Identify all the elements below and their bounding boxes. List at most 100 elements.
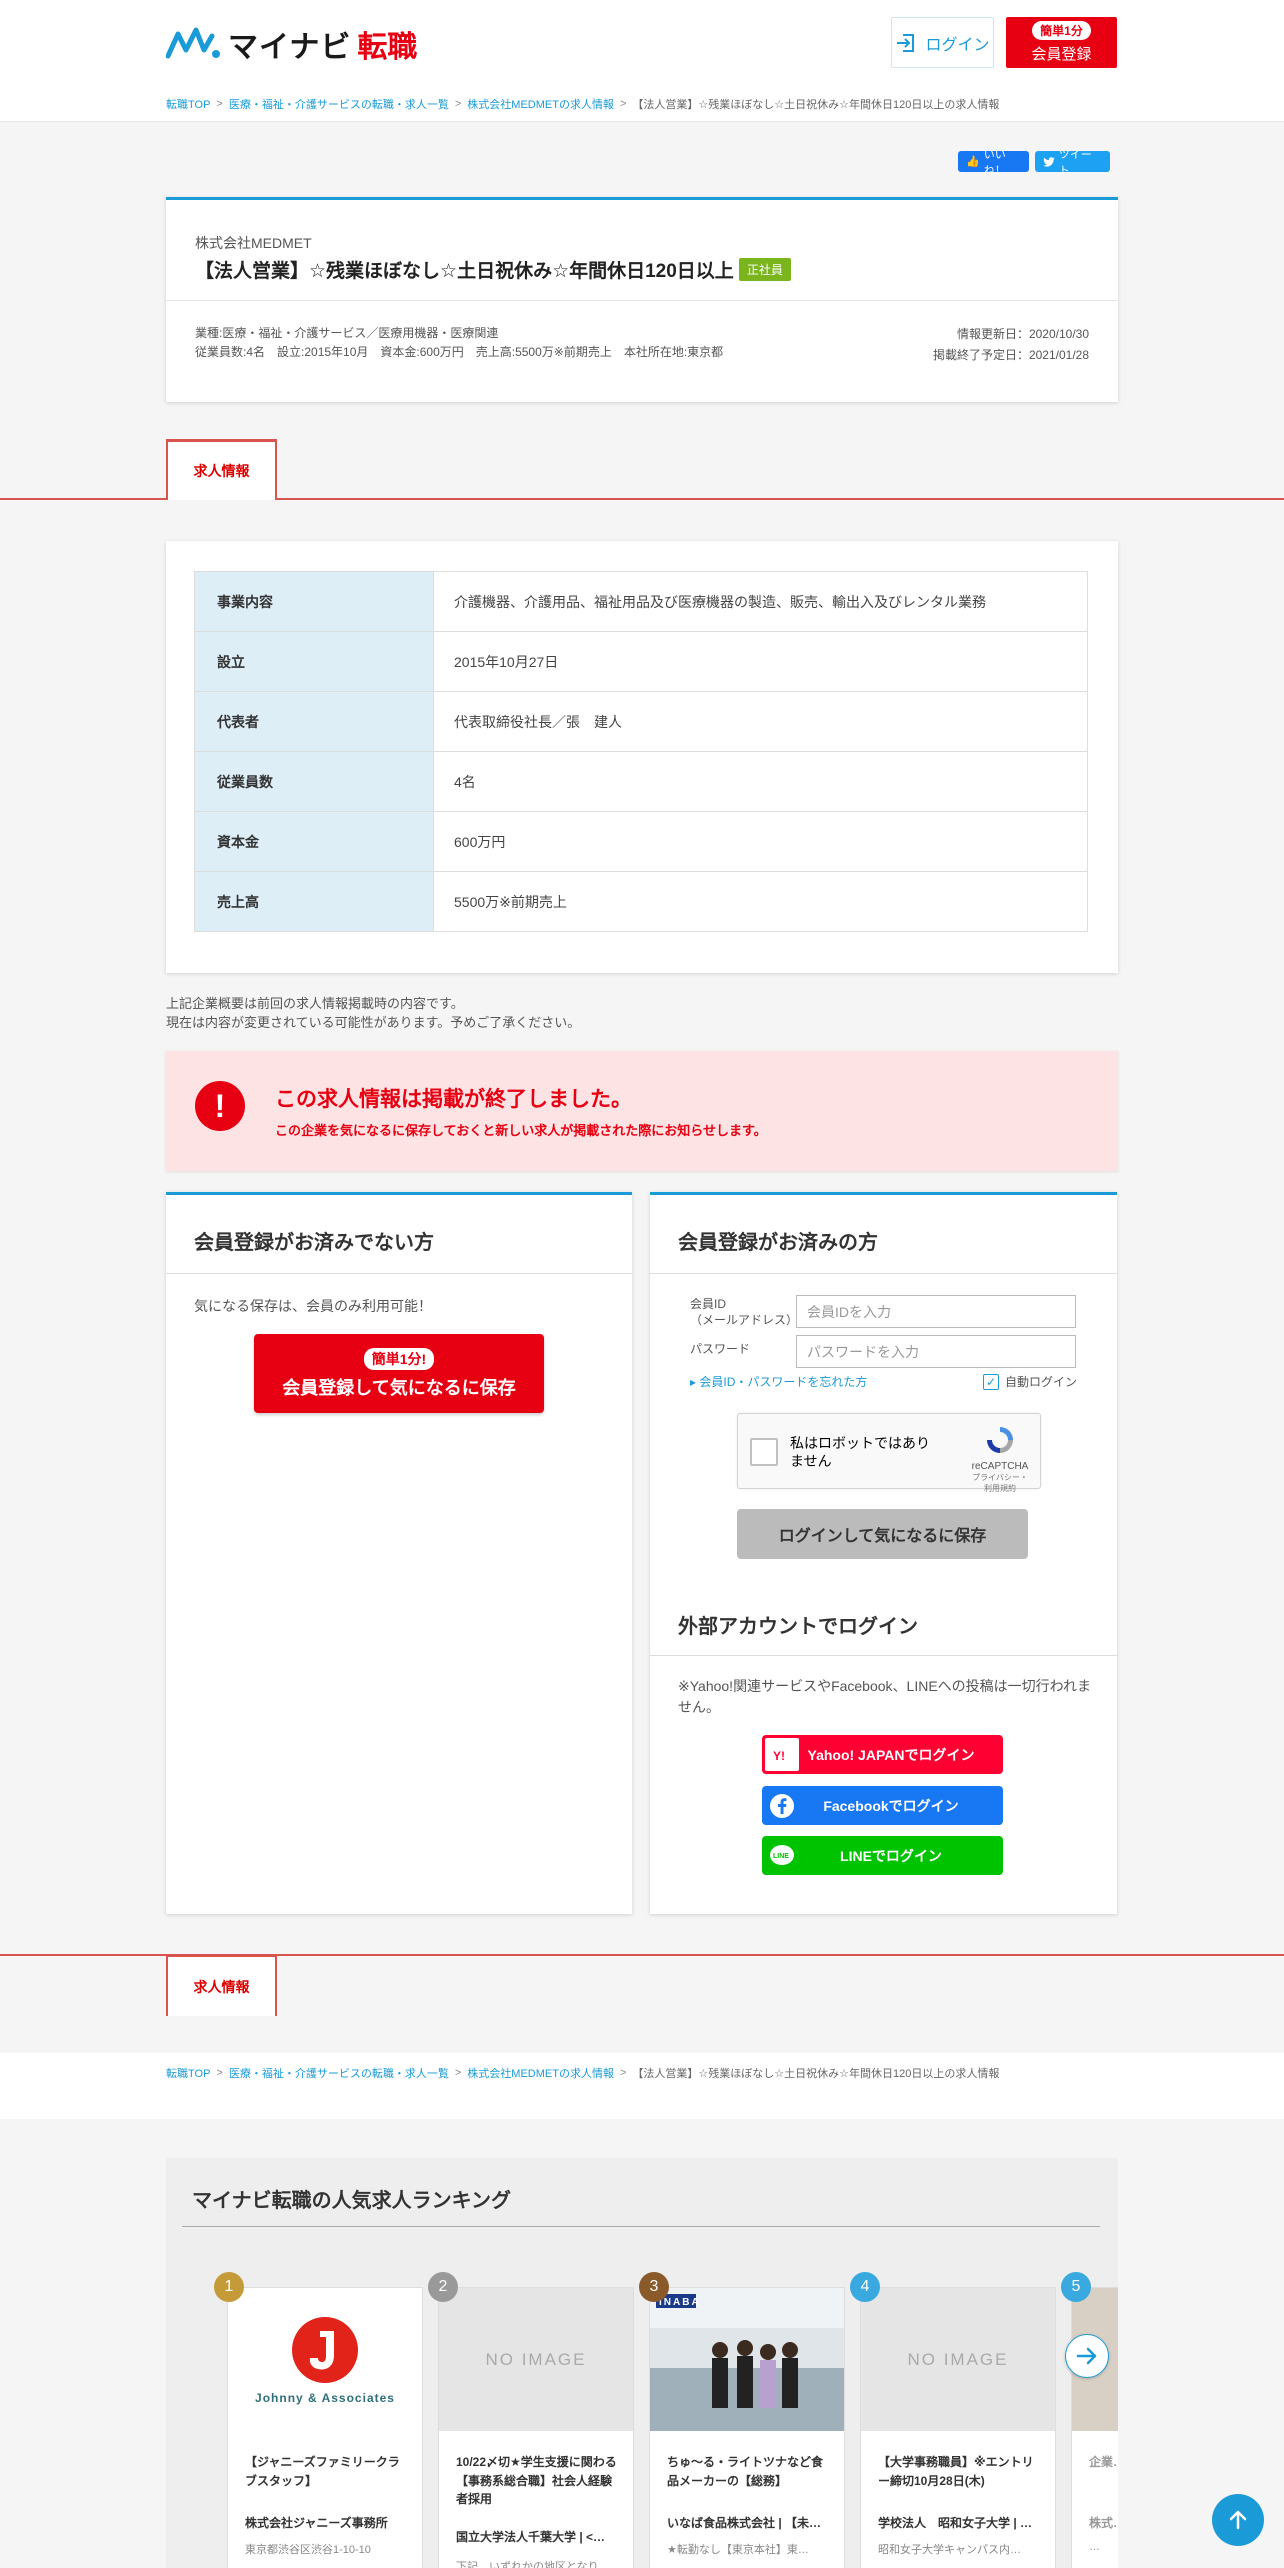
row-label: 資本金 [194,811,434,872]
password-input[interactable]: パスワードを入力 [796,1335,1076,1368]
job-company: いなば食品株式会社 | 【未経験… [667,2516,832,2530]
ranking-card[interactable]: 企業…第二… 株式… … [1071,2287,1118,2568]
facebook-login-label: Facebookでログイン [823,1797,959,1814]
forgot-password-link[interactable]: ▸ 会員ID・パスワードを忘れた方 [690,1373,867,1390]
divider [182,2226,1100,2227]
job-header-card: 株式会社MEDMET 【法人営業】☆残業ほぼなし☆土日祝休み☆年間休日120日以… [166,197,1118,402]
job-catch: 【ジャニーズファミリークラブスタッフ】 [245,2455,400,2488]
register-pill: 簡単1分 [1032,21,1091,40]
divider [166,1273,632,1274]
job-title-text: 【法人営業】☆残業ほぼなし☆土日祝休み☆年間休日120日以上 [195,261,734,282]
register-label: 会員登録 [1031,46,1092,63]
ranking-card[interactable]: NO IMAGE 【大学事務職員】※エントリー締切10月28日(木) 学校法人 … [860,2287,1056,2568]
arrow-right-icon [1076,2347,1097,2365]
twitter-bird-icon [1043,156,1055,167]
register-and-save-label: 会員登録して気になるに保存 [282,1377,516,1398]
listing-ended-banner: ! この求人情報は掲載が終了しました。 この企業を気になるに保存しておくと新しい… [166,1051,1118,1171]
svg-text:LINE: LINE [773,1853,789,1860]
job-company-summary: 従業員数:4名 設立:2015年10月 資本金:600万円 売上高:5500万※… [195,345,724,359]
facebook-icon [765,1789,799,1822]
like-label: いいね！ [983,148,1006,177]
auto-login-toggle[interactable]: ✓ 自動ログイン [982,1373,1077,1390]
register-button[interactable]: 簡単1分 会員登録 [1006,17,1117,68]
breadcrumb-link-top[interactable]: 転職TOP [166,2065,210,2081]
breadcrumb-current: 【法人営業】☆残業ほぼなし☆土日祝休み☆年間休日120日以上の求人情報 [632,99,1000,111]
ranking-card[interactable]: INABA ちゅ～る・ライトツナなど食品メーカーの【総務】 いなば食品株式会社 … [649,2287,845,2568]
updated-date: 情報更新日：2020/10/30 [956,327,1089,341]
login-and-save-button[interactable]: ログインして気になるに保存 [737,1509,1028,1559]
office-photo-icon: INABA [650,2288,844,2431]
ranking-card[interactable]: NO IMAGE 10/22〆切★学生支援に関わる【事務系総合職】社会人経験者採… [438,2287,634,2568]
table-row: 事業内容 介護機器、介護用品、福祉用品及び医療機器の製造、販売、輸出入及びレンタル… [194,571,1088,632]
auto-login-checkbox[interactable]: ✓ [982,1373,999,1390]
job-address: 昭和女子大学キャンパス内… [878,2544,1021,2556]
job-catch: 10/22〆切★学生支援に関わる【事務系総合職】社会人経験者採用 [456,2455,617,2507]
row-value: 代表取締役社長／張 建人 [433,691,1088,752]
line-login-button[interactable]: LINE LINEでログイン [762,1836,1003,1875]
breadcrumb-link-category[interactable]: 医療・福祉・介護サービスの転職・求人一覧 [229,96,449,112]
notice-line-1: 上記企業概要は前回の求人情報掲載時の内容です。 [166,996,464,1011]
company-name[interactable]: 株式会社MEDMET [195,233,312,253]
row-value: 介護機器、介護用品、福祉用品及び医療機器の製造、販売、輸出入及びレンタル業務 [433,571,1088,632]
ranking-card[interactable]: Johnny & Associates 【ジャニーズファミリークラブスタッフ】 … [227,2287,423,2568]
member-id-label-line1: 会員ID [690,1297,727,1311]
table-row: 売上高 5500万※前期売上 [194,871,1088,932]
recaptcha-privacy-link[interactable]: プライバシー・利用規約 [970,1472,1030,1494]
breadcrumb-separator: > [619,98,627,110]
facebook-login-button[interactable]: Facebookでログイン [762,1786,1003,1825]
recaptcha-label: 私はロボットではありません [790,1435,930,1470]
svg-text:Y!: Y! [773,1749,785,1762]
tweet-button[interactable]: ツイート [1035,149,1110,177]
job-company: 学校法人 昭和女子大学 | … [878,2516,1033,2530]
login-icon [897,33,915,52]
yahoo-login-button[interactable]: Y! Yahoo! JAPANでログイン [762,1735,1003,1774]
recaptcha-widget: 私はロボットではありません reCAPTCHA プライバシー・利用規約 [737,1413,1041,1493]
mynavi-logo-icon [166,27,220,59]
divider [650,1273,1117,1274]
tab-job-info[interactable]: 求人情報 [166,439,277,500]
panel-title: 会員登録がお済みでない方 [194,1232,434,1254]
job-company: 株式… [1089,2516,1118,2530]
breadcrumb-link-top[interactable]: 転職TOP [166,96,210,112]
breadcrumb-link-company[interactable]: 株式会社MEDMETの求人情報 [467,2065,614,2081]
breadcrumb-separator: > [619,2067,627,2079]
breadcrumb-bottom: 転職TOP > 医療・福祉・介護サービスの転職・求人一覧 > 株式会社MEDME… [166,2065,999,2081]
breadcrumb-link-category[interactable]: 医療・福祉・介護サービスの転職・求人一覧 [229,2065,449,2081]
member-panel: 会員登録がお済みの方 会員ID （メールアドレス） 会員IDを入力 パスワード … [650,1192,1117,1914]
logo-sub-text: 転職 [357,31,418,64]
row-value: 4名 [433,751,1088,812]
panel-title: 会員登録がお済みの方 [678,1232,878,1254]
johnny-logo-image: Johnny & Associates [228,2288,422,2431]
yahoo-login-label: Yahoo! JAPANでログイン [807,1746,975,1763]
line-icon: LINE [765,1839,799,1872]
divider [650,1655,1117,1656]
no-image-placeholder: NO IMAGE [439,2288,633,2431]
non-member-panel: 会員登録がお済みでない方 気になる保存は、会員のみ利用可能！ 簡単1分! 会員登… [166,1192,632,1914]
arrow-up-icon [1229,2510,1247,2530]
recaptcha-name: reCAPTCHA [971,1461,1029,1472]
tab-job-info-bottom[interactable]: 求人情報 [166,1955,277,2016]
back-to-top-button[interactable] [1212,2494,1264,2546]
employment-type-badge: 正社員 [738,258,791,281]
breadcrumb-separator: > [454,98,462,110]
row-value: 2015年10月27日 [433,631,1088,692]
facebook-like-button[interactable]: 👍 いいね！ [958,149,1029,177]
office-photo-image: INABA [650,2288,844,2431]
login-button[interactable]: ログイン [891,17,994,68]
breadcrumb-current: 【法人営業】☆残業ほぼなし☆土日祝休み☆年間休日120日以上の求人情報 [632,2068,1000,2080]
register-and-save-button[interactable]: 簡単1分! 会員登録して気になるに保存 [254,1334,544,1413]
end-date: 掲載終了予定日：2021/01/28 [932,348,1089,362]
company-info-table: 事業内容 介護機器、介護用品、福祉用品及び医療機器の製造、販売、輸出入及びレンタル… [194,571,1088,932]
recaptcha-logo: reCAPTCHA プライバシー・利用規約 [970,1424,1030,1494]
mynavi-logo[interactable]: マイナビ 転職 [166,22,417,66]
no-image-placeholder: NO IMAGE [861,2288,1055,2431]
recaptcha-checkbox[interactable] [750,1438,778,1466]
member-id-input[interactable]: 会員IDを入力 [796,1295,1076,1328]
external-login-title: 外部アカウントでログイン [678,1616,918,1638]
rank-badge: 4 [850,2272,880,2302]
breadcrumb: 転職TOP > 医療・福祉・介護サービスの転職・求人一覧 > 株式会社MEDME… [166,96,999,112]
breadcrumb-link-company[interactable]: 株式会社MEDMETの求人情報 [467,96,614,112]
carousel-next-button[interactable] [1065,2334,1109,2378]
rank-badge: 5 [1061,2272,1091,2302]
table-row: 資本金 600万円 [194,811,1088,872]
